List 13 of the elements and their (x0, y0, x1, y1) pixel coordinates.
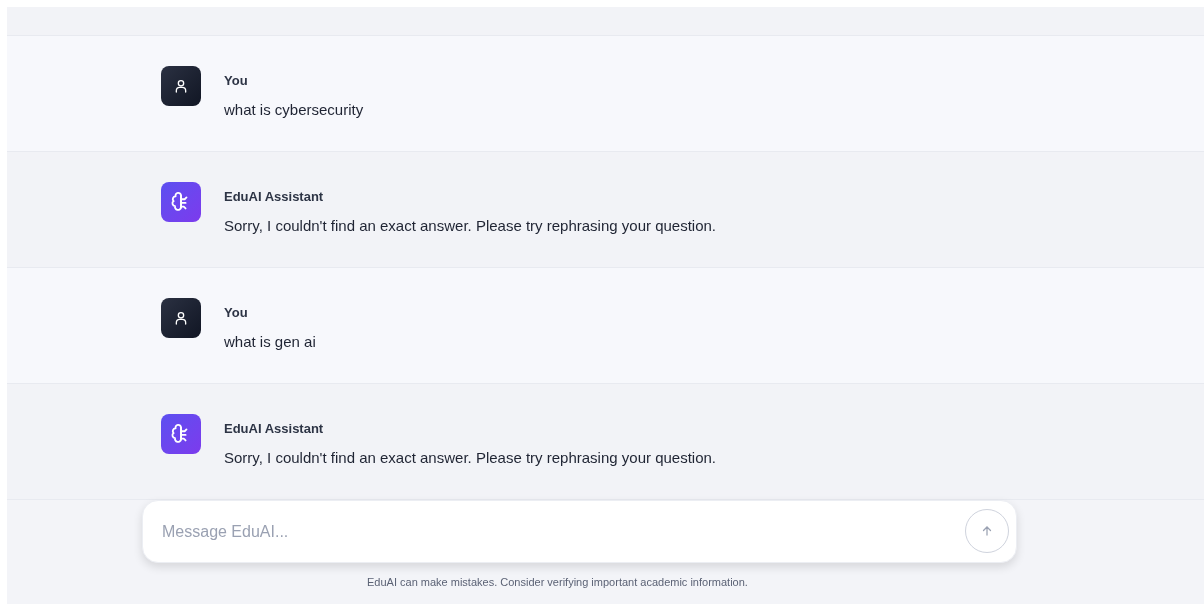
message-text: what is gen ai (224, 331, 316, 352)
sender-name: You (224, 304, 249, 322)
sender-name: EduAI Assistant (224, 420, 325, 438)
message-input[interactable]: Message EduAI... (142, 500, 1017, 563)
sender-name: You (224, 72, 249, 90)
sender-name: EduAI Assistant (224, 188, 325, 206)
message-text: Sorry, I couldn't find an exact answer. Please try rephrasing your question. (224, 215, 716, 236)
message-text: Sorry, I couldn't find an exact answer. Please try rephrasing your question. (224, 447, 716, 468)
user-icon (173, 78, 189, 94)
user-icon (173, 310, 189, 326)
arrow-up-icon (981, 525, 993, 537)
message-text: what is cybersecurity (224, 99, 364, 120)
disclaimer-text: EduAI can make mistakes. Consider verifying important academic information. (367, 575, 748, 590)
